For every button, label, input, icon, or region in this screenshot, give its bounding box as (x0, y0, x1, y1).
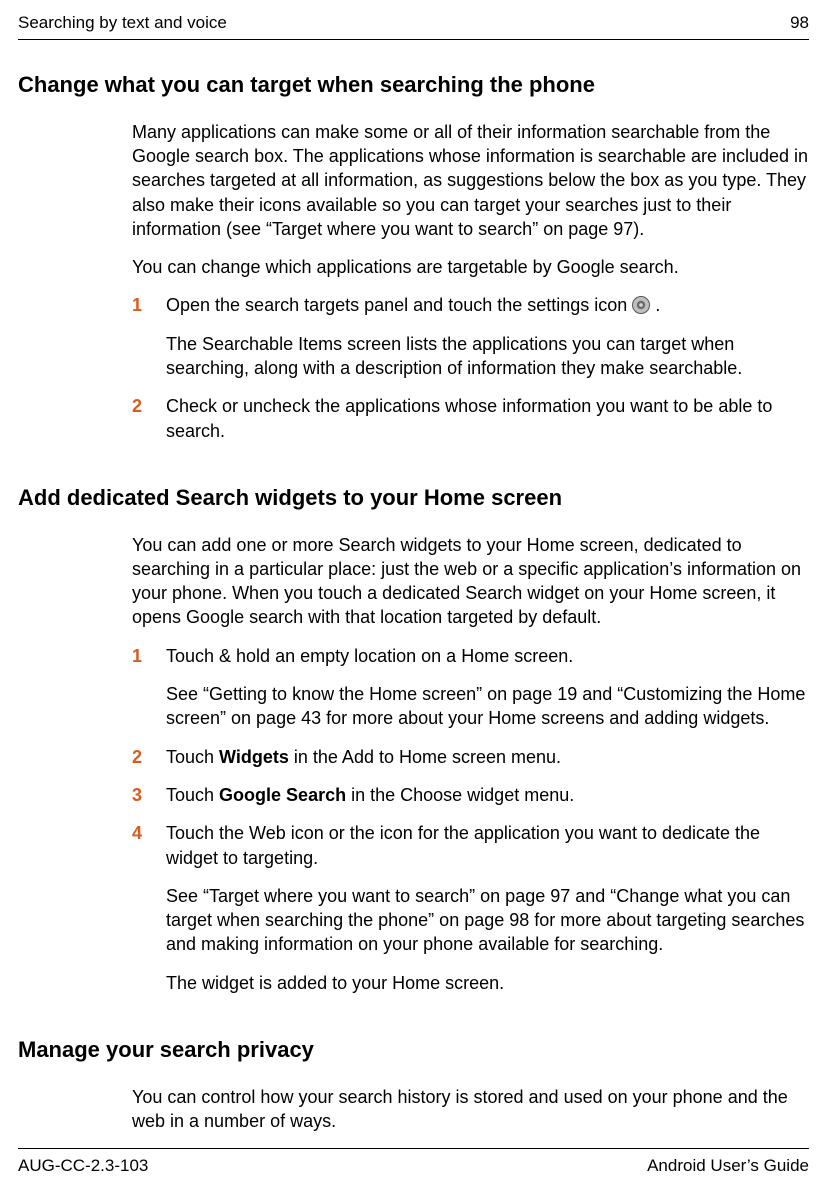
settings-icon (632, 296, 650, 314)
step-text-span: Touch (166, 785, 219, 805)
section-body-change-target: Many applications can make some or all o… (132, 120, 809, 443)
bold-label: Widgets (219, 747, 289, 767)
step-number: 1 (132, 644, 166, 731)
section-body-add-widgets: You can add one or more Search widgets t… (132, 533, 809, 995)
page: Searching by text and voice 98 Change wh… (0, 0, 827, 1196)
footer-left: AUG-CC-2.3-103 (18, 1155, 148, 1178)
bold-label: Google Search (219, 785, 346, 805)
step-text: Touch & hold an empty location on a Home… (166, 644, 809, 731)
step-text: Check or uncheck the applications whose … (166, 394, 809, 443)
footer-right: Android User’s Guide (647, 1155, 809, 1178)
paragraph: Many applications can make some or all o… (132, 120, 809, 241)
step-number: 2 (132, 745, 166, 769)
header-left: Searching by text and voice (18, 12, 227, 35)
step-1: 1 Touch & hold an empty location on a Ho… (132, 644, 809, 731)
paragraph: Touch the Web icon or the icon for the a… (166, 821, 809, 870)
paragraph: The Searchable Items screen lists the ap… (166, 332, 809, 381)
paragraph: See “Getting to know the Home screen” on… (166, 682, 809, 731)
step-text-span: Touch (166, 747, 219, 767)
step-number: 3 (132, 783, 166, 807)
step-text: Touch the Web icon or the icon for the a… (166, 821, 809, 995)
section-heading-change-target: Change what you can target when searchin… (18, 70, 809, 100)
header-rule (18, 39, 809, 40)
step-3: 3 Touch Google Search in the Choose widg… (132, 783, 809, 807)
step-text: Touch Widgets in the Add to Home screen … (166, 745, 809, 769)
page-header: Searching by text and voice 98 (18, 12, 809, 35)
page-number: 98 (790, 12, 809, 35)
footer-rule (18, 1148, 809, 1149)
paragraph: Touch & hold an empty location on a Home… (166, 644, 809, 668)
step-4: 4 Touch the Web icon or the icon for the… (132, 821, 809, 995)
step-2: 2 Check or uncheck the applications whos… (132, 394, 809, 443)
paragraph: The widget is added to your Home screen. (166, 971, 809, 995)
paragraph: You can change which applications are ta… (132, 255, 809, 279)
step-text-span: in the Add to Home screen menu. (289, 747, 561, 767)
step-text: Open the search targets panel and touch … (166, 293, 809, 380)
section-body-privacy: You can control how your search history … (132, 1085, 809, 1134)
step-number: 2 (132, 394, 166, 443)
paragraph: Check or uncheck the applications whose … (166, 394, 809, 443)
page-footer: AUG-CC-2.3-103 Android User’s Guide (18, 1148, 809, 1178)
step-text-span: . (655, 295, 660, 315)
step-2: 2 Touch Widgets in the Add to Home scree… (132, 745, 809, 769)
section-heading-add-widgets: Add dedicated Search widgets to your Hom… (18, 483, 809, 513)
step-1: 1 Open the search targets panel and touc… (132, 293, 809, 380)
paragraph: You can control how your search history … (132, 1085, 809, 1134)
paragraph: You can add one or more Search widgets t… (132, 533, 809, 630)
step-text-span: in the Choose widget menu. (346, 785, 574, 805)
paragraph: See “Target where you want to search” on… (166, 884, 809, 957)
step-number: 1 (132, 293, 166, 380)
step-text-span: Open the search targets panel and touch … (166, 295, 632, 315)
step-number: 4 (132, 821, 166, 995)
step-text: Touch Google Search in the Choose widget… (166, 783, 809, 807)
section-heading-privacy: Manage your search privacy (18, 1035, 809, 1065)
